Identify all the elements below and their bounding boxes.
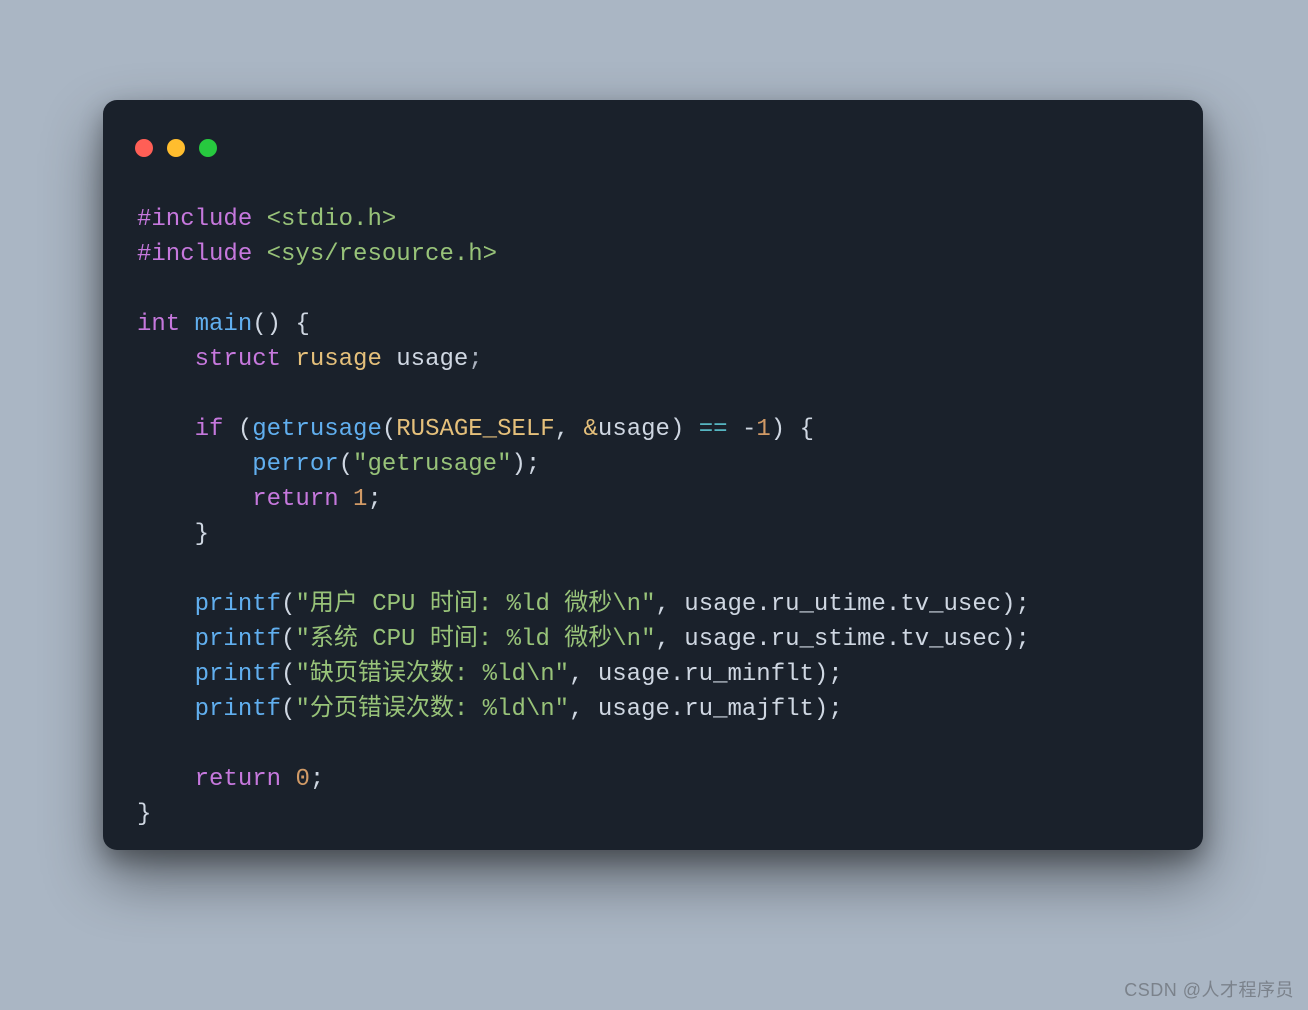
fn-printf: printf (195, 626, 281, 653)
fn-printf: printf (195, 591, 281, 618)
str-majflt: "分页错误次数: %ld\n" (295, 696, 569, 723)
close-icon[interactable] (135, 139, 153, 157)
arg-usage: usage (598, 416, 670, 443)
type-rusage: rusage (295, 346, 381, 373)
kw-if: if (195, 416, 224, 443)
preproc-include: #include (137, 241, 252, 268)
str-minflt: "缺页错误次数: %ld\n" (295, 661, 569, 688)
str-perror: "getrusage" (353, 451, 511, 478)
kw-return: return (252, 486, 338, 513)
num-0: 0 (295, 766, 309, 793)
code-window: #include <stdio.h> #include <sys/resourc… (103, 100, 1203, 850)
minimize-icon[interactable] (167, 139, 185, 157)
neg-sign: - (742, 416, 756, 443)
code-block: #include <stdio.h> #include <sys/resourc… (103, 172, 1203, 850)
op-eq: == (699, 416, 728, 443)
main-sig: () { (252, 311, 310, 338)
fn-perror: perror (252, 451, 338, 478)
expr-p2: , usage.ru_stime.tv_usec); (655, 626, 1029, 653)
watermark-text: CSDN @人才程序员 (1124, 976, 1294, 1002)
str-sys-cpu: "系统 CPU 时间: %ld 微秒\n" (295, 626, 655, 653)
expr-p4: , usage.ru_majflt); (569, 696, 843, 723)
fn-getrusage: getrusage (252, 416, 382, 443)
header-sys-resource: <sys/resource.h> (267, 241, 497, 268)
str-user-cpu: "用户 CPU 时间: %ld 微秒\n" (295, 591, 655, 618)
brace-close: } (137, 801, 151, 828)
kw-return: return (195, 766, 281, 793)
header-stdio: <stdio.h> (267, 206, 397, 233)
amp-op: & (584, 416, 598, 443)
zoom-icon[interactable] (199, 139, 217, 157)
expr-p1: , usage.ru_utime.tv_usec); (655, 591, 1029, 618)
kw-struct: struct (195, 346, 281, 373)
var-usage: usage (396, 346, 468, 373)
kw-int: int (137, 311, 180, 338)
num-1: 1 (353, 486, 367, 513)
semicolon: ; (468, 346, 482, 373)
num-neg1: 1 (756, 416, 770, 443)
const-rusage-self: RUSAGE_SELF (396, 416, 554, 443)
fn-printf: printf (195, 696, 281, 723)
fn-main: main (195, 311, 253, 338)
fn-printf: printf (195, 661, 281, 688)
expr-p3: , usage.ru_minflt); (569, 661, 843, 688)
window-titlebar (103, 100, 1203, 172)
preproc-include: #include (137, 206, 252, 233)
